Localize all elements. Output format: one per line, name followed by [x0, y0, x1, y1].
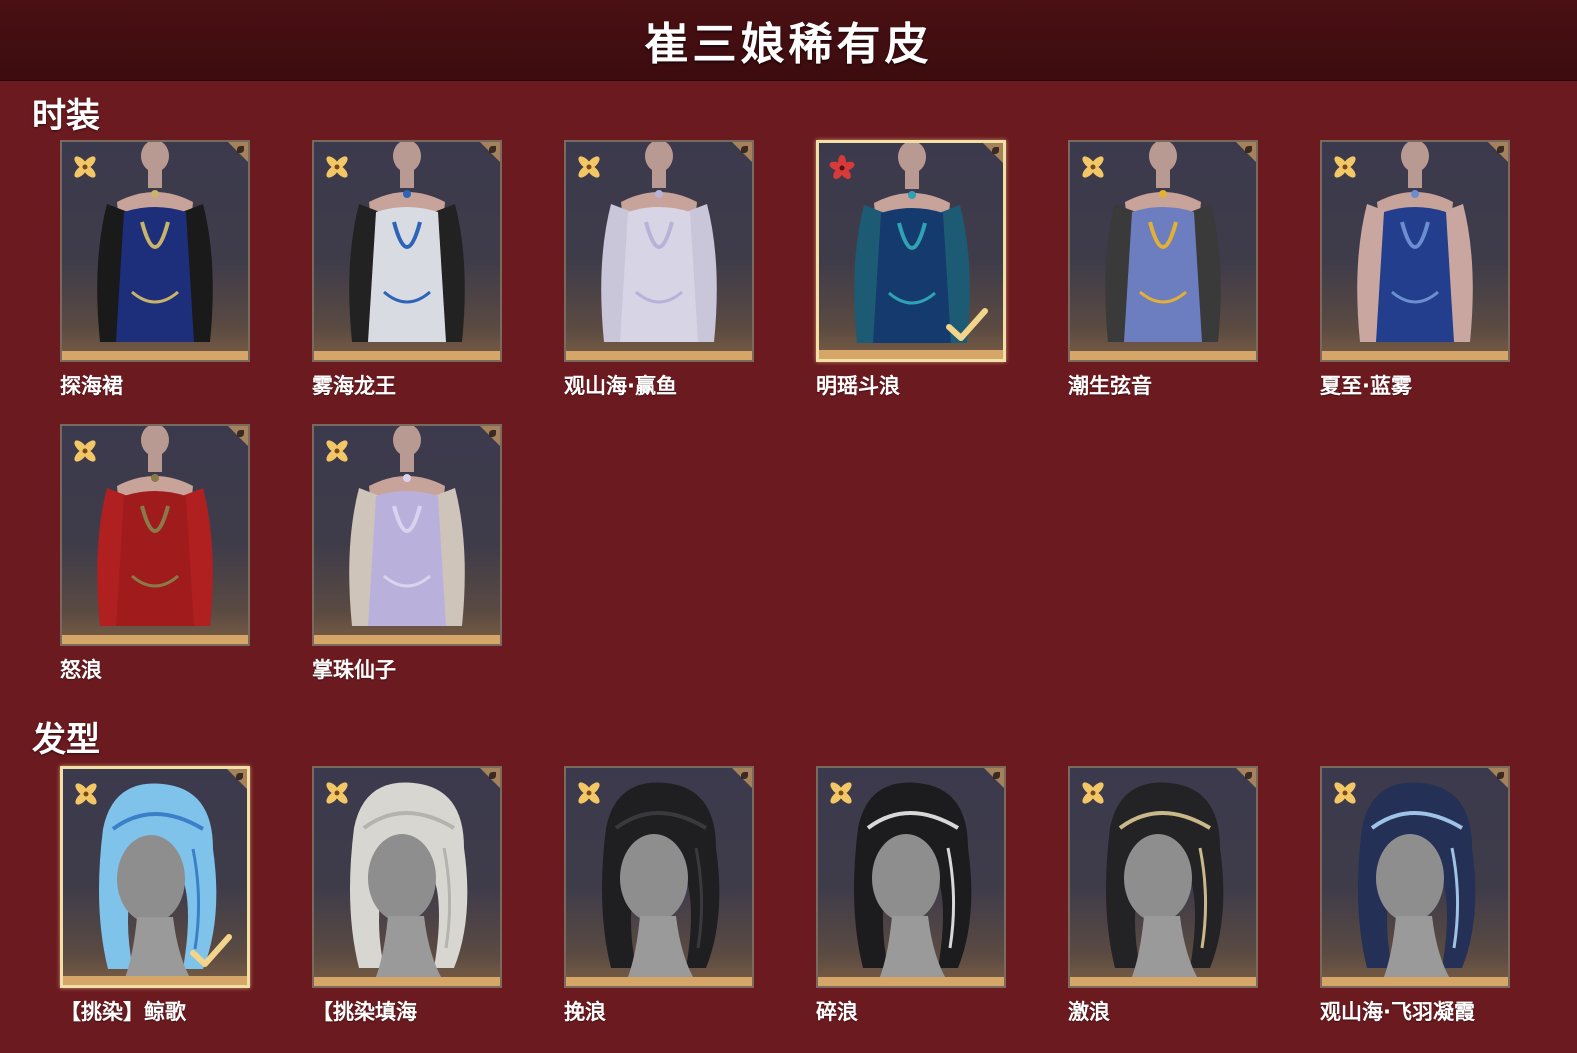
rarity-bar	[314, 351, 500, 360]
thumbnail-frame[interactable]	[816, 766, 1006, 988]
rarity-bar	[62, 635, 248, 644]
rarity-bar	[819, 350, 1003, 359]
gold-flower-icon	[326, 156, 348, 178]
gold-flower-icon	[1334, 782, 1356, 804]
item-name: 雾海龙王	[312, 374, 396, 398]
item-name: 【挑染填海	[312, 1000, 417, 1024]
rarity-bar	[566, 351, 752, 360]
rarity-bar	[63, 976, 247, 985]
outfit-card[interactable]: 掌珠仙子	[312, 424, 502, 684]
gold-flower-icon	[1082, 782, 1104, 804]
check-icon	[946, 308, 988, 341]
rarity-bar	[566, 977, 752, 986]
item-name: 掌珠仙子	[312, 658, 396, 682]
hairstyle-card[interactable]: 挽浪	[564, 766, 754, 1026]
outfit-card[interactable]: 潮生弦音	[1068, 140, 1258, 400]
corner-ornament-icon	[225, 769, 247, 791]
hairstyle-card[interactable]: 【挑染填海	[312, 766, 502, 1026]
thumbnail-frame[interactable]	[1320, 766, 1510, 988]
rarity-bar	[314, 635, 500, 644]
outfit-card[interactable]: 雾海龙王	[312, 140, 502, 400]
thumbnail-frame[interactable]	[312, 424, 502, 646]
gold-flower-icon	[1334, 156, 1356, 178]
corner-ornament-icon	[478, 142, 500, 164]
item-name: 激浪	[1068, 1000, 1110, 1024]
thumbnail-frame[interactable]	[1068, 140, 1258, 362]
corner-ornament-icon	[981, 143, 1003, 165]
corner-ornament-icon	[982, 768, 1004, 790]
corner-ornament-icon	[730, 768, 752, 790]
corner-ornament-icon	[730, 142, 752, 164]
rarity-bar	[1070, 351, 1256, 360]
gold-flower-icon	[75, 783, 97, 805]
thumbnail-frame[interactable]	[312, 766, 502, 988]
corner-ornament-icon	[1234, 768, 1256, 790]
thumbnail-frame[interactable]	[816, 140, 1006, 362]
item-name: 观山海·飞羽凝霞	[1320, 1000, 1475, 1024]
rarity-bar	[1322, 977, 1508, 986]
check-icon	[190, 934, 232, 967]
gold-flower-icon	[578, 156, 600, 178]
corner-ornament-icon	[1486, 768, 1508, 790]
gold-flower-icon	[830, 782, 852, 804]
hairstyle-card[interactable]: 碎浪	[816, 766, 1006, 1026]
outfit-card[interactable]: 探海裙	[60, 140, 250, 400]
rarity-bar	[1322, 351, 1508, 360]
item-name: 潮生弦音	[1068, 374, 1152, 398]
thumbnail-frame[interactable]	[564, 766, 754, 988]
section-title-outfits: 时装	[32, 96, 100, 136]
rarity-bar	[62, 351, 248, 360]
item-name: 观山海·赢鱼	[564, 374, 677, 398]
gold-flower-icon	[578, 782, 600, 804]
corner-ornament-icon	[226, 426, 248, 448]
thumbnail-frame[interactable]	[564, 140, 754, 362]
page-header: 崔三娘稀有皮	[0, 0, 1577, 81]
hairstyle-card[interactable]: 【挑染】鲸歌	[60, 766, 250, 1026]
rarity-bar	[818, 977, 1004, 986]
corner-ornament-icon	[226, 142, 248, 164]
gold-flower-icon	[326, 782, 348, 804]
item-name: 碎浪	[816, 1000, 858, 1024]
outfit-card[interactable]: 怒浪	[60, 424, 250, 684]
item-name: 【挑染】鲸歌	[60, 1000, 186, 1024]
outfit-card[interactable]: 观山海·赢鱼	[564, 140, 754, 400]
gold-flower-icon	[74, 156, 96, 178]
corner-ornament-icon	[1234, 142, 1256, 164]
red-flower-icon	[829, 155, 855, 179]
corner-ornament-icon	[478, 768, 500, 790]
item-name: 夏至·蓝雾	[1320, 374, 1412, 398]
hairstyle-card[interactable]: 激浪	[1068, 766, 1258, 1026]
hairstyle-card[interactable]: 观山海·飞羽凝霞	[1320, 766, 1510, 1026]
thumbnail-frame[interactable]	[60, 140, 250, 362]
gold-flower-icon	[1082, 156, 1104, 178]
thumbnail-frame[interactable]	[312, 140, 502, 362]
section-title-hair: 发型	[32, 720, 100, 760]
thumbnail-frame[interactable]	[1068, 766, 1258, 988]
outfit-card[interactable]: 夏至·蓝雾	[1320, 140, 1510, 400]
thumbnail-frame[interactable]	[60, 424, 250, 646]
item-name: 挽浪	[564, 1000, 606, 1024]
item-name: 明瑶斗浪	[816, 374, 900, 398]
corner-ornament-icon	[1486, 142, 1508, 164]
page-title: 崔三娘稀有皮	[644, 19, 933, 70]
thumbnail-frame[interactable]	[1320, 140, 1510, 362]
outfit-card[interactable]: 明瑶斗浪	[816, 140, 1006, 400]
corner-ornament-icon	[478, 426, 500, 448]
gold-flower-icon	[74, 440, 96, 462]
rarity-bar	[314, 977, 500, 986]
gold-flower-icon	[326, 440, 348, 462]
item-name: 怒浪	[60, 658, 102, 682]
thumbnail-frame[interactable]	[60, 766, 250, 988]
item-name: 探海裙	[60, 374, 123, 398]
rarity-bar	[1070, 977, 1256, 986]
